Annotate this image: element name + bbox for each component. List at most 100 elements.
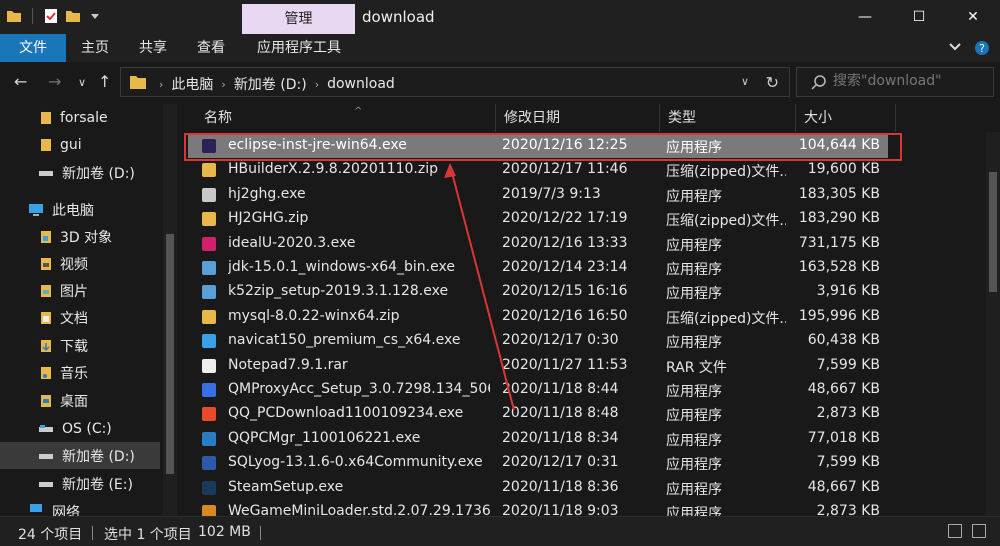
file-row[interactable]: QQ_PCDownload1100109234.exe 2020/11/18 8:…	[188, 402, 888, 426]
close-button[interactable]: ✕	[950, 0, 996, 34]
file-type: 应用程序	[666, 335, 722, 352]
up-icon[interactable]: ↑	[98, 72, 111, 91]
file-name: QQPCMgr_1100106221.exe	[228, 429, 421, 446]
details-view-icon[interactable]	[948, 524, 962, 538]
file-row[interactable]: QMProxyAcc_Setup_3.0.7298.134_506... 2020…	[188, 378, 888, 402]
file-name: navicat150_premium_cs_x64.exe	[228, 332, 461, 349]
recent-locations-icon[interactable]: ∨	[78, 76, 86, 89]
file-name: SQLyog-13.1.6-0.x64Community.exe	[228, 454, 483, 471]
file-row[interactable]: jdk-15.0.1_windows-x64_bin.exe 2020/12/14…	[188, 256, 888, 280]
sidebar-item-pictures[interactable]: 图片	[0, 277, 160, 304]
folder-icon	[130, 76, 146, 89]
file-type: 压缩(zipped)文件...	[666, 164, 786, 181]
svg-text:?: ?	[979, 42, 985, 55]
column-header-type[interactable]: 类型	[660, 104, 796, 132]
file-date: 2020/11/18 8:36	[502, 478, 619, 495]
back-icon[interactable]: ←	[14, 72, 27, 91]
file-date: 2019/7/3 9:13	[502, 185, 601, 202]
tab-share[interactable]: 共享	[128, 34, 178, 62]
sidebar-item-label: 此电脑	[52, 202, 94, 219]
file-name: QQ_PCDownload1100109234.exe	[228, 405, 464, 422]
rar-icon	[202, 358, 216, 373]
scrollbar-thumb[interactable]	[166, 234, 174, 474]
tab-home[interactable]: 主页	[70, 34, 120, 62]
sidebar-item-documents[interactable]: 文档	[0, 304, 160, 331]
tab-app-tools[interactable]: 应用程序工具	[246, 34, 352, 62]
chevron-right-icon: ›	[221, 77, 226, 91]
maximize-button[interactable]: ☐	[896, 0, 942, 34]
search-input[interactable]	[833, 73, 983, 89]
large-icons-view-icon[interactable]	[972, 524, 986, 538]
file-row[interactable]: SQLyog-13.1.6-0.x64Community.exe 2020/12/…	[188, 451, 888, 475]
search-icon	[811, 75, 826, 90]
breadcrumb-this-pc[interactable]: 此电脑	[171, 74, 213, 94]
file-date: 2020/11/18 8:48	[502, 405, 619, 422]
sort-ascending-icon: ^	[354, 106, 363, 117]
sidebar-item-forsale[interactable]: forsale	[0, 104, 160, 131]
file-row[interactable]: idealU-2020.3.exe 2020/12/16 13:33 应用程序 731…	[188, 232, 888, 256]
manage-tab[interactable]: 管理	[242, 4, 355, 34]
sidebar-item-label: 网络	[52, 505, 80, 516]
tab-view[interactable]: 查看	[186, 34, 236, 62]
sidebar-item-drive-d[interactable]: 新加卷 (D:)	[0, 442, 160, 469]
file-type: 应用程序	[666, 457, 722, 474]
scrollbar-thumb[interactable]	[989, 172, 997, 292]
help-icon[interactable]: ?	[974, 40, 990, 56]
tab-file[interactable]: 文件	[0, 34, 66, 62]
file-row[interactable]: HBuilderX.2.9.8.20201110.zip 2020/12/17 1…	[188, 158, 888, 182]
sidebar-item-drive-e[interactable]: 新加卷 (E:)	[0, 470, 160, 497]
file-row[interactable]: QQPCMgr_1100106221.exe 2020/11/18 8:34 应用程…	[188, 427, 888, 451]
sidebar-item-label: 文档	[60, 310, 88, 327]
sidebar-item-network[interactable]: 网络	[0, 502, 160, 516]
folder-icon	[41, 111, 51, 124]
file-size: 3,916 KB	[816, 283, 880, 300]
file-row[interactable]: HJ2GHG.zip 2020/12/22 17:19 压缩(zipped)文件..…	[188, 207, 888, 231]
file-type: 应用程序	[666, 408, 722, 425]
sidebar-item-label: 视频	[60, 256, 88, 273]
properties-icon[interactable]	[43, 8, 59, 24]
sidebar-item-music[interactable]: 音乐	[0, 359, 160, 386]
file-name: Notepad7.9.1.rar	[228, 356, 348, 373]
sidebar-item-downloads[interactable]: 下载	[0, 332, 160, 359]
navigation-pane: forsale gui 新加卷 (D:) 此电脑 3D 对象 视频 图片 文档 …	[0, 104, 180, 516]
file-row[interactable]: SteamSetup.exe 2020/11/18 8:36 应用程序 48,667 …	[188, 476, 888, 500]
sidebar-item-gui[interactable]: gui	[0, 131, 160, 158]
file-row[interactable]: mysql-8.0.22-winx64.zip 2020/12/16 16:50 压…	[188, 305, 888, 329]
sidebar-item-drive-c[interactable]: OS (C:)	[0, 415, 160, 442]
column-header-name[interactable]: ^ 名称	[196, 104, 496, 132]
item-count: 24 个项目	[18, 527, 83, 543]
breadcrumb-download[interactable]: download	[327, 76, 395, 92]
new-folder-icon[interactable]	[65, 8, 81, 24]
file-size: 48,667 KB	[807, 381, 880, 397]
sidebar-item-3d-objects[interactable]: 3D 对象	[0, 223, 160, 250]
file-row[interactable]: Notepad7.9.1.rar 2020/11/27 11:53 RAR 文件 7,…	[188, 354, 888, 378]
file-type: 应用程序	[666, 188, 722, 205]
sidebar-item-drive-d-quick[interactable]: 新加卷 (D:)	[0, 159, 160, 186]
navigation-scrollbar[interactable]	[163, 104, 177, 516]
quick-access-toolbar	[6, 8, 103, 24]
address-bar[interactable]: › 此电脑 › 新加卷 (D:) › download ∨ ↻	[120, 67, 790, 97]
file-list-scrollbar[interactable]	[986, 132, 1000, 516]
column-header-date[interactable]: 修改日期	[496, 104, 660, 132]
folder-icon[interactable]	[6, 8, 22, 24]
file-row[interactable]: k52zip_setup-2019.3.1.128.exe 2020/12/15 …	[188, 280, 888, 304]
column-header-size[interactable]: 大小	[796, 104, 896, 132]
breadcrumb-drive-d[interactable]: 新加卷 (D:)	[234, 74, 307, 94]
sidebar-item-this-pc[interactable]: 此电脑	[0, 196, 160, 223]
file-row[interactable]: hj2ghg.exe 2019/7/3 9:13 应用程序 183,305 KB	[188, 183, 888, 207]
file-date: 2020/12/16 13:33	[502, 234, 628, 251]
chevron-down-icon[interactable]	[87, 8, 103, 24]
sidebar-item-desktop[interactable]: 桌面	[0, 387, 160, 414]
sidebar-item-label: OS (C:)	[62, 420, 112, 437]
file-row[interactable]: navicat150_premium_cs_x64.exe 2020/12/17 …	[188, 329, 888, 353]
minimize-button[interactable]: —	[842, 0, 888, 34]
search-box[interactable]	[796, 67, 994, 97]
forward-icon[interactable]: →	[48, 72, 61, 91]
file-size: 19,600 KB	[807, 161, 880, 178]
refresh-icon[interactable]: ↻	[766, 73, 779, 92]
expand-ribbon-icon[interactable]	[948, 40, 962, 54]
sidebar-item-videos[interactable]: 视频	[0, 250, 160, 277]
sidebar-item-label: 音乐	[60, 365, 88, 382]
address-dropdown-icon[interactable]: ∨	[741, 75, 749, 88]
steam-icon	[202, 480, 216, 495]
